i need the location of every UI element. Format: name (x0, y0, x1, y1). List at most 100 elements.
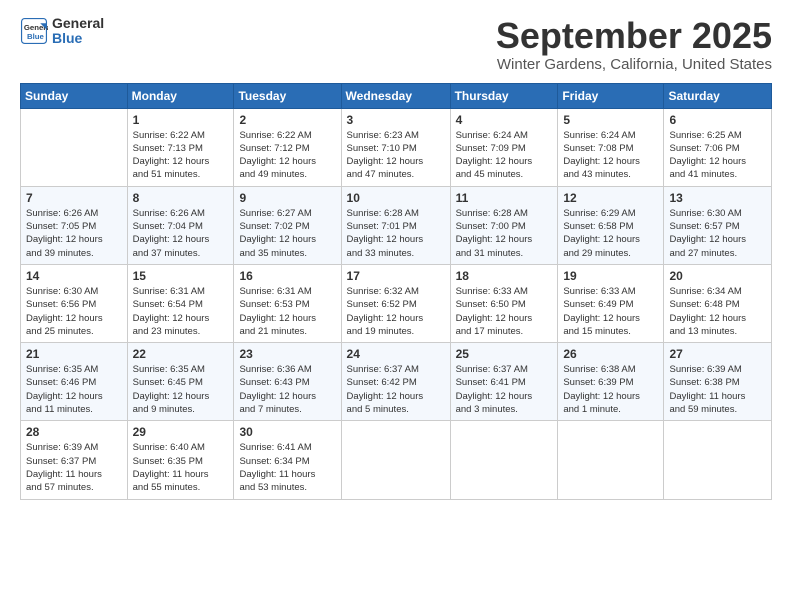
day-info: Sunrise: 6:27 AM Sunset: 7:02 PM Dayligh… (239, 207, 335, 260)
day-info: Sunrise: 6:39 AM Sunset: 6:37 PM Dayligh… (26, 441, 122, 494)
calendar-cell: 13 Sunrise: 6:30 AM Sunset: 6:57 PM Dayli… (664, 186, 772, 264)
month-title: September 2025 (496, 16, 772, 56)
day-number: 18 (456, 269, 553, 283)
day-number: 23 (239, 347, 335, 361)
day-number: 21 (26, 347, 122, 361)
day-number: 20 (669, 269, 766, 283)
day-number: 17 (347, 269, 445, 283)
calendar-cell (21, 108, 128, 186)
day-number: 8 (133, 191, 229, 205)
day-number: 5 (563, 113, 658, 127)
calendar-cell (558, 421, 664, 499)
calendar-cell: 30 Sunrise: 6:41 AM Sunset: 6:34 PM Dayli… (234, 421, 341, 499)
day-number: 4 (456, 113, 553, 127)
day-number: 30 (239, 425, 335, 439)
calendar-cell: 16 Sunrise: 6:31 AM Sunset: 6:53 PM Dayli… (234, 264, 341, 342)
day-number: 15 (133, 269, 229, 283)
calendar-cell: 24Sunrise: 6:37 AM Sunset: 6:42 PM Dayli… (341, 343, 450, 421)
day-info: Sunrise: 6:29 AM Sunset: 6:58 PM Dayligh… (563, 207, 658, 260)
calendar-cell: 26 Sunrise: 6:38 AM Sunset: 6:39 PM Dayli… (558, 343, 664, 421)
day-info: Sunrise: 6:35 AM Sunset: 6:46 PM Dayligh… (26, 363, 122, 416)
day-info: Sunrise: 6:41 AM Sunset: 6:34 PM Dayligh… (239, 441, 335, 494)
calendar-cell: 7 Sunrise: 6:26 AM Sunset: 7:05 PM Daylig… (21, 186, 128, 264)
header: General Blue General Blue September 2025… (20, 16, 772, 73)
calendar-cell: 14 Sunrise: 6:30 AM Sunset: 6:56 PM Dayli… (21, 264, 128, 342)
day-info: Sunrise: 6:34 AM Sunset: 6:48 PM Dayligh… (669, 285, 766, 338)
calendar-week-3: 14 Sunrise: 6:30 AM Sunset: 6:56 PM Dayli… (21, 264, 772, 342)
day-number: 13 (669, 191, 766, 205)
day-info: Sunrise: 6:35 AM Sunset: 6:45 PM Dayligh… (133, 363, 229, 416)
calendar-cell: 25 Sunrise: 6:37 AM Sunset: 6:41 PM Dayli… (450, 343, 558, 421)
calendar-cell: 6Sunrise: 6:25 AM Sunset: 7:06 PM Daylig… (664, 108, 772, 186)
day-info: Sunrise: 6:26 AM Sunset: 7:05 PM Dayligh… (26, 207, 122, 260)
location-title: Winter Gardens, California, United State… (496, 56, 772, 73)
day-info: Sunrise: 6:30 AM Sunset: 6:56 PM Dayligh… (26, 285, 122, 338)
day-info: Sunrise: 6:39 AM Sunset: 6:38 PM Dayligh… (669, 363, 766, 416)
logo: General Blue General Blue (20, 16, 104, 47)
day-info: Sunrise: 6:24 AM Sunset: 7:09 PM Dayligh… (456, 129, 553, 182)
day-number: 22 (133, 347, 229, 361)
col-saturday: Saturday (664, 83, 772, 108)
logo-icon: General Blue (20, 17, 48, 45)
calendar-cell: 3 Sunrise: 6:23 AM Sunset: 7:10 PM Daylig… (341, 108, 450, 186)
day-info: Sunrise: 6:23 AM Sunset: 7:10 PM Dayligh… (347, 129, 445, 182)
calendar-cell: 22 Sunrise: 6:35 AM Sunset: 6:45 PM Dayli… (127, 343, 234, 421)
day-number: 1 (133, 113, 229, 127)
calendar-cell: 29 Sunrise: 6:40 AM Sunset: 6:35 PM Dayli… (127, 421, 234, 499)
day-info: Sunrise: 6:28 AM Sunset: 7:01 PM Dayligh… (347, 207, 445, 260)
day-number: 16 (239, 269, 335, 283)
day-number: 2 (239, 113, 335, 127)
calendar-cell (450, 421, 558, 499)
day-info: Sunrise: 6:40 AM Sunset: 6:35 PM Dayligh… (133, 441, 229, 494)
day-number: 3 (347, 113, 445, 127)
day-info: Sunrise: 6:38 AM Sunset: 6:39 PM Dayligh… (563, 363, 658, 416)
col-sunday: Sunday (21, 83, 128, 108)
calendar-cell: 20 Sunrise: 6:34 AM Sunset: 6:48 PM Dayli… (664, 264, 772, 342)
day-number: 10 (347, 191, 445, 205)
logo-text: General Blue (52, 16, 104, 47)
calendar-cell (664, 421, 772, 499)
day-info: Sunrise: 6:37 AM Sunset: 6:42 PM Dayligh… (347, 363, 445, 416)
calendar-week-4: 21 Sunrise: 6:35 AM Sunset: 6:46 PM Dayli… (21, 343, 772, 421)
day-info: Sunrise: 6:31 AM Sunset: 6:53 PM Dayligh… (239, 285, 335, 338)
day-info: Sunrise: 6:32 AM Sunset: 6:52 PM Dayligh… (347, 285, 445, 338)
calendar-week-2: 7 Sunrise: 6:26 AM Sunset: 7:05 PM Daylig… (21, 186, 772, 264)
calendar-cell: 11Sunrise: 6:28 AM Sunset: 7:00 PM Dayli… (450, 186, 558, 264)
calendar-cell: 12Sunrise: 6:29 AM Sunset: 6:58 PM Dayli… (558, 186, 664, 264)
col-monday: Monday (127, 83, 234, 108)
calendar-cell: 23 Sunrise: 6:36 AM Sunset: 6:43 PM Dayli… (234, 343, 341, 421)
col-tuesday: Tuesday (234, 83, 341, 108)
calendar-cell: 9Sunrise: 6:27 AM Sunset: 7:02 PM Daylig… (234, 186, 341, 264)
calendar-week-5: 28 Sunrise: 6:39 AM Sunset: 6:37 PM Dayli… (21, 421, 772, 499)
calendar-cell: 27Sunrise: 6:39 AM Sunset: 6:38 PM Dayli… (664, 343, 772, 421)
calendar-cell: 17 Sunrise: 6:32 AM Sunset: 6:52 PM Dayli… (341, 264, 450, 342)
col-thursday: Thursday (450, 83, 558, 108)
calendar-cell: 4 Sunrise: 6:24 AM Sunset: 7:09 PM Daylig… (450, 108, 558, 186)
day-info: Sunrise: 6:22 AM Sunset: 7:13 PM Dayligh… (133, 129, 229, 182)
day-info: Sunrise: 6:30 AM Sunset: 6:57 PM Dayligh… (669, 207, 766, 260)
day-info: Sunrise: 6:37 AM Sunset: 6:41 PM Dayligh… (456, 363, 553, 416)
day-info: Sunrise: 6:22 AM Sunset: 7:12 PM Dayligh… (239, 129, 335, 182)
day-info: Sunrise: 6:33 AM Sunset: 6:50 PM Dayligh… (456, 285, 553, 338)
day-info: Sunrise: 6:26 AM Sunset: 7:04 PM Dayligh… (133, 207, 229, 260)
col-wednesday: Wednesday (341, 83, 450, 108)
day-number: 28 (26, 425, 122, 439)
day-number: 25 (456, 347, 553, 361)
col-friday: Friday (558, 83, 664, 108)
day-info: Sunrise: 6:31 AM Sunset: 6:54 PM Dayligh… (133, 285, 229, 338)
day-info: Sunrise: 6:24 AM Sunset: 7:08 PM Dayligh… (563, 129, 658, 182)
calendar-cell: 28 Sunrise: 6:39 AM Sunset: 6:37 PM Dayli… (21, 421, 128, 499)
day-info: Sunrise: 6:36 AM Sunset: 6:43 PM Dayligh… (239, 363, 335, 416)
day-number: 29 (133, 425, 229, 439)
calendar-table: Sunday Monday Tuesday Wednesday Thursday… (20, 83, 772, 500)
calendar-cell: 5 Sunrise: 6:24 AM Sunset: 7:08 PM Daylig… (558, 108, 664, 186)
day-number: 7 (26, 191, 122, 205)
calendar-cell (341, 421, 450, 499)
day-number: 26 (563, 347, 658, 361)
day-number: 14 (26, 269, 122, 283)
day-number: 11 (456, 191, 553, 205)
day-info: Sunrise: 6:25 AM Sunset: 7:06 PM Dayligh… (669, 129, 766, 182)
calendar-week-1: 1 Sunrise: 6:22 AM Sunset: 7:13 PM Daylig… (21, 108, 772, 186)
title-block: September 2025 Winter Gardens, Californi… (496, 16, 772, 73)
calendar-cell: 19Sunrise: 6:33 AM Sunset: 6:49 PM Dayli… (558, 264, 664, 342)
